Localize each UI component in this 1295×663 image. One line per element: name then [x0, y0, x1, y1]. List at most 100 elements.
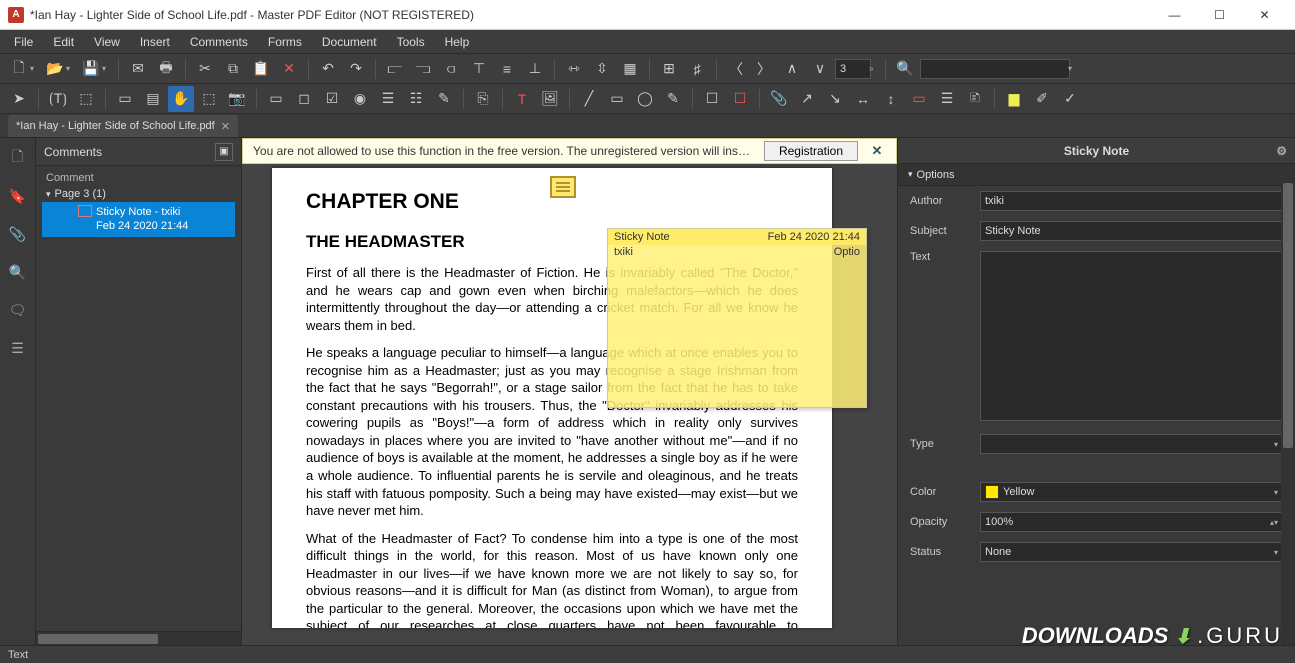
- color-dropdown[interactable]: Yellow ▾: [980, 482, 1283, 502]
- save-icon[interactable]: 💾: [78, 56, 104, 82]
- distribute-v-icon[interactable]: ⇳: [589, 56, 615, 82]
- list-field-icon[interactable]: ☷: [403, 86, 429, 112]
- text-input[interactable]: [980, 251, 1283, 421]
- layers-panel-icon[interactable]: ☰: [6, 336, 30, 360]
- search-icon[interactable]: 🔍: [892, 56, 918, 82]
- sticky-note-marker-icon[interactable]: [550, 176, 576, 198]
- distribute-h-icon[interactable]: ⇿: [561, 56, 587, 82]
- pencil-tool-icon[interactable]: ✎: [660, 86, 686, 112]
- link-tool-icon[interactable]: ⎘: [470, 86, 496, 112]
- close-tab-icon[interactable]: ✕: [221, 120, 230, 133]
- menu-insert[interactable]: Insert: [130, 32, 180, 52]
- next-page-icon[interactable]: 〉: [751, 56, 777, 82]
- status-dropdown[interactable]: None▾: [980, 542, 1283, 562]
- prev-page-icon[interactable]: 〈: [723, 56, 749, 82]
- highlight-icon[interactable]: ▆: [1001, 86, 1027, 112]
- button-field-icon[interactable]: ◻: [291, 86, 317, 112]
- comments-note-item[interactable]: Sticky Note - txiki Feb 24 2020 21:44: [42, 202, 235, 237]
- arrow-tool-icon[interactable]: ↗: [794, 86, 820, 112]
- comments-h-scrollbar[interactable]: [36, 631, 241, 645]
- radio-field-icon[interactable]: ◉: [347, 86, 373, 112]
- cut-icon[interactable]: ✂: [192, 56, 218, 82]
- type-dropdown[interactable]: ▾: [980, 434, 1283, 454]
- sticky-note-tool-icon[interactable]: ☰: [934, 86, 960, 112]
- subject-input[interactable]: [980, 221, 1283, 241]
- measure2-icon[interactable]: ↕: [878, 86, 904, 112]
- callout-icon[interactable]: ↘: [822, 86, 848, 112]
- snapshot-icon[interactable]: 📷: [224, 86, 250, 112]
- align-middle-icon[interactable]: ≡: [494, 56, 520, 82]
- select-area-icon[interactable]: ⬚: [196, 86, 222, 112]
- collapse-panel-icon[interactable]: ▣: [215, 143, 233, 161]
- sticky-note-popup[interactable]: Sticky Note Feb 24 2020 21:44 txiki Opti…: [607, 228, 867, 408]
- redo-icon[interactable]: ↷: [343, 56, 369, 82]
- inspector-scroll-thumb[interactable]: [1283, 183, 1293, 448]
- line-tool-icon[interactable]: ╱: [576, 86, 602, 112]
- edit-form-icon[interactable]: ▭: [112, 86, 138, 112]
- search-input[interactable]: [920, 59, 1070, 79]
- menu-help[interactable]: Help: [435, 32, 480, 52]
- attachments-panel-icon[interactable]: 📎: [6, 222, 30, 246]
- ellipse-tool-icon[interactable]: ◯: [632, 86, 658, 112]
- delete-icon[interactable]: ✕: [276, 56, 302, 82]
- stamp2-icon[interactable]: ☐: [727, 86, 753, 112]
- registration-button[interactable]: Registration: [764, 141, 858, 161]
- pages-panel-icon[interactable]: 🗋: [6, 146, 30, 170]
- close-button[interactable]: ✕: [1242, 1, 1287, 29]
- stamp-icon[interactable]: ☐: [699, 86, 725, 112]
- align-bottom-icon[interactable]: ⊥: [522, 56, 548, 82]
- pencil2-icon[interactable]: ✐: [1029, 86, 1055, 112]
- menu-comments[interactable]: Comments: [180, 32, 258, 52]
- signature-field-icon[interactable]: ✎: [431, 86, 457, 112]
- menu-edit[interactable]: Edit: [43, 32, 84, 52]
- search-panel-icon[interactable]: 🔍: [6, 260, 30, 284]
- align-right-icon[interactable]: ⫏: [438, 56, 464, 82]
- initials-icon[interactable]: 🗈: [962, 86, 988, 112]
- measure1-icon[interactable]: ↔: [850, 86, 876, 112]
- align-top-icon[interactable]: ⊤: [466, 56, 492, 82]
- next-view-icon[interactable]: ∨: [807, 56, 833, 82]
- popup-body[interactable]: [608, 259, 866, 267]
- hand-tool-icon[interactable]: ✋: [168, 86, 194, 112]
- text-box-icon[interactable]: ▭: [906, 86, 932, 112]
- paste-icon[interactable]: 📋: [248, 56, 274, 82]
- page-number-input[interactable]: [835, 59, 871, 79]
- author-input[interactable]: [980, 191, 1283, 211]
- inspector-v-scrollbar[interactable]: [1281, 164, 1295, 645]
- opacity-spinner[interactable]: 100%▴▾: [980, 512, 1283, 532]
- same-size-icon[interactable]: ▦: [617, 56, 643, 82]
- align-left-icon[interactable]: ⫍: [382, 56, 408, 82]
- menu-view[interactable]: View: [84, 32, 130, 52]
- mail-icon[interactable]: ✉: [125, 56, 151, 82]
- attach-icon[interactable]: 📎: [766, 86, 792, 112]
- popup-options[interactable]: Optio: [834, 246, 860, 258]
- menu-forms[interactable]: Forms: [258, 32, 312, 52]
- menu-file[interactable]: File: [4, 32, 43, 52]
- minimize-button[interactable]: —: [1152, 1, 1197, 29]
- scrollbar-thumb[interactable]: [38, 634, 158, 644]
- options-section[interactable]: Options: [898, 164, 1295, 186]
- add-image-icon[interactable]: 🖼: [537, 86, 563, 112]
- form-list-icon[interactable]: ▤: [140, 86, 166, 112]
- menu-document[interactable]: Document: [312, 32, 387, 52]
- edit-text-icon[interactable]: ⟮T⟯: [45, 86, 71, 112]
- align-center-h-icon[interactable]: ⫎: [410, 56, 436, 82]
- inspector-settings-icon[interactable]: ⚙: [1276, 144, 1287, 158]
- bookmarks-panel-icon[interactable]: 🔖: [6, 184, 30, 208]
- maximize-button[interactable]: ☐: [1197, 1, 1242, 29]
- text-field-icon[interactable]: ▭: [263, 86, 289, 112]
- comments-panel-icon[interactable]: 🗨: [6, 298, 30, 322]
- prev-view-icon[interactable]: ∧: [779, 56, 805, 82]
- combo-field-icon[interactable]: ☰: [375, 86, 401, 112]
- close-notice-icon[interactable]: ✕: [868, 142, 886, 160]
- new-icon[interactable]: 🗋: [6, 56, 32, 82]
- print-icon[interactable]: 🖶: [153, 56, 179, 82]
- copy-icon[interactable]: ⧉: [220, 56, 246, 82]
- open-icon[interactable]: 📂: [42, 56, 68, 82]
- page-more-icon[interactable]: »: [869, 64, 879, 73]
- checkbox-field-icon[interactable]: ☑: [319, 86, 345, 112]
- pointer-icon[interactable]: ➤: [6, 86, 32, 112]
- add-text-icon[interactable]: T: [509, 86, 535, 112]
- snap-icon[interactable]: ♯: [684, 56, 710, 82]
- undo-icon[interactable]: ↶: [315, 56, 341, 82]
